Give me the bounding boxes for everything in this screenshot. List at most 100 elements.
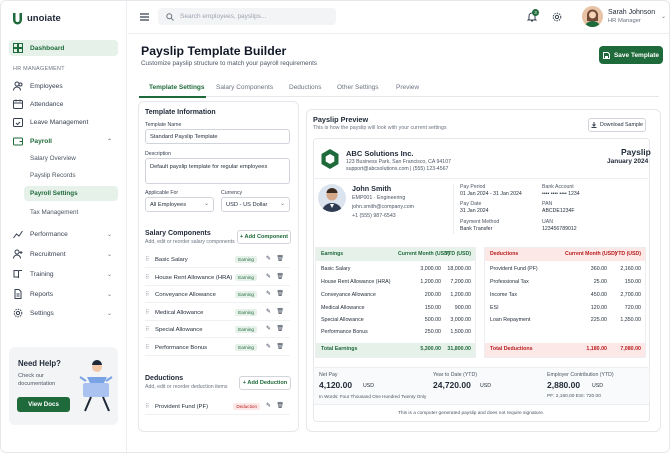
tab-preview[interactable]: Preview xyxy=(396,84,419,91)
payslip-footer-note: This is a computer generated payslip and… xyxy=(398,411,545,416)
edit-icon[interactable]: ✎ xyxy=(266,325,271,332)
deductions-subtitle: Add, edit or reorder deduction items xyxy=(145,384,228,390)
add-deduction-button[interactable]: + Add Deduction xyxy=(239,376,291,390)
logo-icon xyxy=(13,13,22,25)
trash-icon[interactable]: 🗑 xyxy=(276,402,284,409)
sidebar-item-label: Payroll xyxy=(30,137,52,145)
tab-deductions[interactable]: Deductions xyxy=(289,84,322,91)
search-icon xyxy=(166,12,174,21)
user-plus-icon xyxy=(13,249,23,259)
sidebar-subitem-payslip-records[interactable]: Payslip Records xyxy=(24,168,118,183)
company-address: 123 Business Park, San Francisco, CA 941… xyxy=(346,159,451,165)
payment-method-label: Payment Method xyxy=(460,219,500,225)
avatar[interactable] xyxy=(582,6,603,27)
list-item[interactable]: ⠿ House Rent Allowance (HRA) Earning ✎ 🗑 xyxy=(145,270,290,286)
view-docs-button[interactable]: View Docs xyxy=(17,397,70,412)
chevron-up-icon: ⌃ xyxy=(106,139,112,145)
sidebar-item-recruitment[interactable]: Recruitment ⌄ xyxy=(9,246,118,262)
trash-icon[interactable]: 🗑 xyxy=(276,343,284,350)
sidebar-subitem-tax-management[interactable]: Tax Management xyxy=(24,205,118,220)
list-item[interactable]: ⠿ Provident Fund (PF) Deduction ✎ 🗑 xyxy=(145,399,290,415)
download-sample-button[interactable]: Download Sample xyxy=(588,118,646,132)
list-item[interactable]: ⠿ Special Allowance Earning ✎ 🗑 xyxy=(145,322,290,338)
sidebar-item-employees[interactable]: Employees xyxy=(9,78,118,94)
chevron-down-icon: ⌄ xyxy=(106,292,112,298)
gear-icon[interactable] xyxy=(552,12,562,22)
drag-handle-icon[interactable]: ⠿ xyxy=(145,326,155,333)
trash-icon[interactable]: 🗑 xyxy=(276,273,284,280)
template-name-field[interactable]: Standard Payslip Template xyxy=(145,129,290,144)
sidebar-item-attendance[interactable]: Attendance xyxy=(9,96,118,112)
earning-tag: Earning xyxy=(235,309,257,316)
drag-handle-icon[interactable]: ⠿ xyxy=(145,291,155,298)
description-field[interactable]: Default payslip template for regular emp… xyxy=(145,158,290,184)
sidebar-item-performance[interactable]: Performance ⌄ xyxy=(9,226,118,242)
list-item[interactable]: ⠿ Basic Salary Earning ✎ 🗑 xyxy=(145,252,290,268)
trash-icon[interactable]: 🗑 xyxy=(276,255,284,262)
description-label: Description xyxy=(145,151,171,157)
template-info-title: Template Information xyxy=(145,109,216,116)
search-input[interactable]: Search employees, payslips... xyxy=(158,8,336,25)
component-name: House Rent Allowance (HRA) xyxy=(155,274,233,281)
applicable-select[interactable]: All Employees ⌄ xyxy=(145,197,214,212)
sidebar-subitem-payroll-settings[interactable]: Payroll Settings xyxy=(24,186,118,201)
help-title: Need Help? xyxy=(18,359,61,368)
sidebar-item-settings[interactable]: Settings ⌄ xyxy=(9,305,118,321)
employee-name: John Smith xyxy=(352,184,392,193)
edit-icon[interactable]: ✎ xyxy=(266,273,271,280)
component-name: Special Allowance xyxy=(155,326,203,333)
logo[interactable]: unoiate xyxy=(12,12,61,25)
edit-icon[interactable]: ✎ xyxy=(266,290,271,297)
company-name: ABC Solutions Inc. xyxy=(346,149,414,158)
deductions-table: Deductions Current Month (USD) YTD (USD)… xyxy=(484,247,646,358)
column-header: Earnings xyxy=(321,251,344,257)
uan-value: 123456789012 xyxy=(542,226,577,232)
drag-handle-icon[interactable]: ⠿ xyxy=(145,256,155,263)
list-item[interactable]: ⠿ Medical Allowance Earning ✎ 🗑 xyxy=(145,305,290,321)
tab-template-settings[interactable]: Template Settings xyxy=(149,84,205,91)
tab-salary-components[interactable]: Salary Components xyxy=(216,84,273,91)
sidebar-item-leave-management[interactable]: Leave Management xyxy=(9,114,118,130)
sidebar-item-payroll[interactable]: Payroll ⌃ xyxy=(9,133,118,149)
tab-bar: Template Settings Salary Components Dedu… xyxy=(139,79,659,98)
menu-icon[interactable] xyxy=(140,13,149,21)
tab-other-settings[interactable]: Other Settings xyxy=(337,84,379,91)
list-item[interactable]: ⠿ Conveyance Allowance Earning ✎ 🗑 xyxy=(145,287,290,303)
pay-date-label: Pay Date xyxy=(460,201,482,207)
chevron-down-icon: ⌄ xyxy=(203,201,209,207)
currency-select[interactable]: USD - US Dollar ⌄ xyxy=(221,197,290,212)
drag-handle-icon[interactable]: ⠿ xyxy=(145,403,155,410)
list-item[interactable]: ⠿ Performance Bonus Earning ✎ 🗑 xyxy=(145,340,290,356)
add-component-button[interactable]: + Add Component xyxy=(237,230,291,244)
sidebar-subitem-salary-overview[interactable]: Salary Overview xyxy=(24,151,118,166)
search-placeholder: Search employees, payslips... xyxy=(180,13,267,20)
trash-icon[interactable]: 🗑 xyxy=(276,308,284,315)
drag-handle-icon[interactable]: ⠿ xyxy=(145,274,155,281)
pan-value: ABCDE1234F xyxy=(542,208,575,214)
pay-period-value: 01 Jan 2024 - 31 Jan 2024 xyxy=(460,191,522,197)
sidebar-item-training[interactable]: Training ⌄ xyxy=(9,266,118,282)
drag-handle-icon[interactable]: ⠿ xyxy=(145,344,155,351)
sidebar-item-label: Dashboard xyxy=(30,44,65,52)
table-row: Basic Salary 3,000.00 18,000.00 xyxy=(321,266,471,272)
payment-method-value: Bank Transfer xyxy=(460,226,493,232)
save-template-button[interactable]: Save Template xyxy=(599,46,663,64)
table-row: Conveyance Allowance 200.00 1,200.00 xyxy=(321,292,471,298)
payslip-heading: Payslip xyxy=(621,147,651,157)
user-role: HR Manager xyxy=(608,18,641,24)
edit-icon[interactable]: ✎ xyxy=(266,308,271,315)
edit-icon[interactable]: ✎ xyxy=(266,255,271,262)
edit-icon[interactable]: ✎ xyxy=(266,343,271,350)
trash-icon[interactable]: 🗑 xyxy=(276,290,284,297)
table-row: Performance Bonus 250.00 1,500.00 xyxy=(321,329,471,335)
sidebar: unoiate Dashboard HR MANAGEMENT Employee… xyxy=(1,1,127,452)
sidebar-item-dashboard[interactable]: Dashboard xyxy=(9,40,118,56)
net-pay-words: In Words: Four Thousand One Hundred Twen… xyxy=(319,394,427,399)
sidebar-item-reports[interactable]: Reports ⌄ xyxy=(9,286,118,302)
chevron-down-icon[interactable]: ⌄ xyxy=(661,13,666,20)
edit-icon[interactable]: ✎ xyxy=(266,402,271,409)
drag-handle-icon[interactable]: ⠿ xyxy=(145,309,155,316)
ytd-value: 24,720.00 xyxy=(433,380,471,390)
ytd-label: Year to Date (YTD) xyxy=(433,372,477,378)
trash-icon[interactable]: 🗑 xyxy=(276,325,284,332)
